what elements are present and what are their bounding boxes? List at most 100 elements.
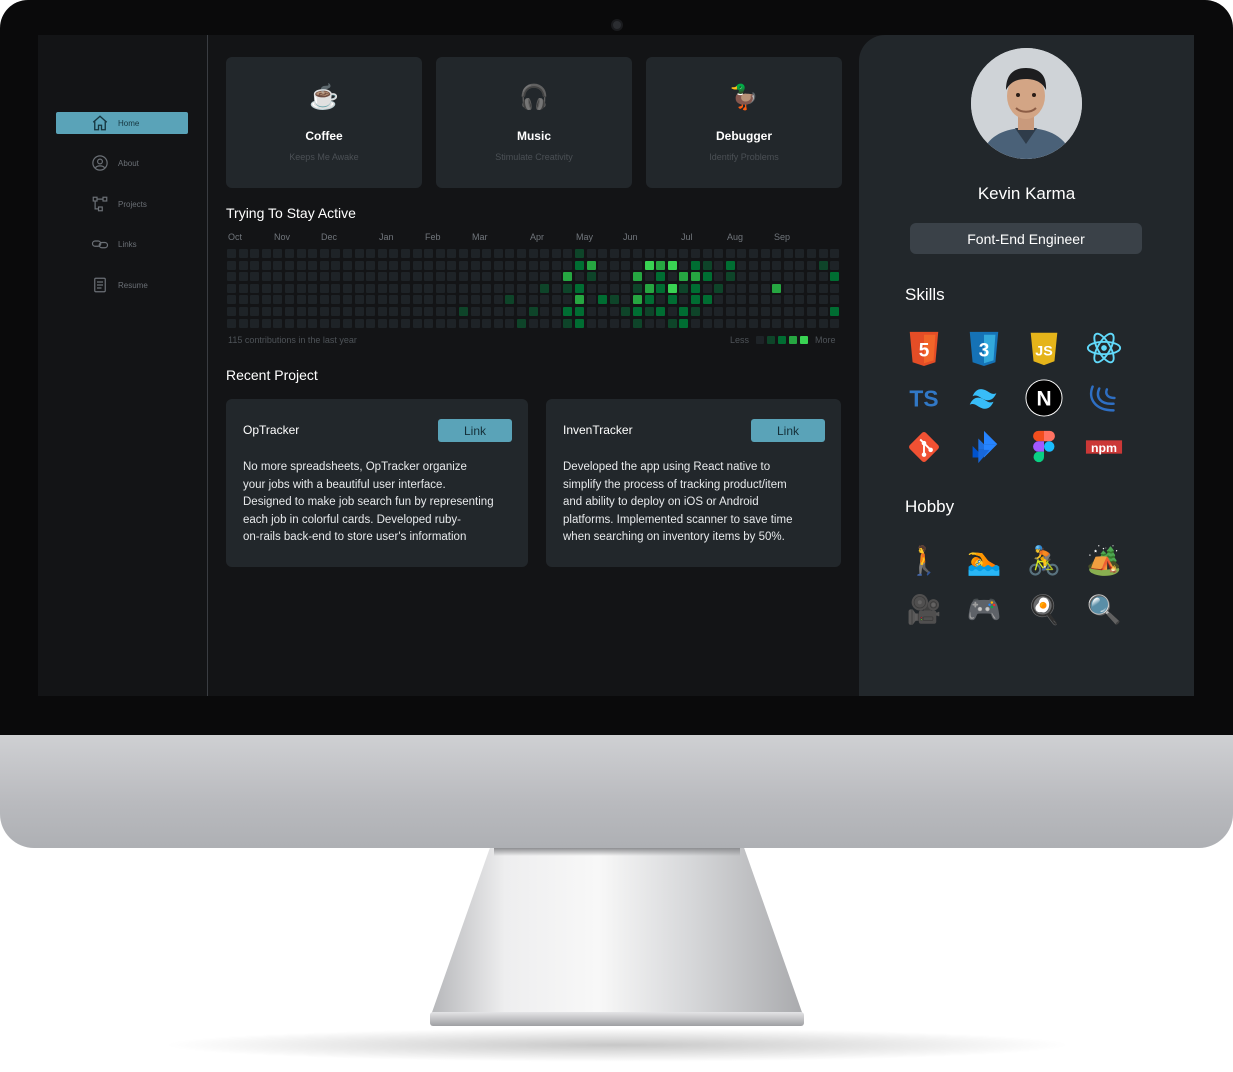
contribution-day [435, 307, 445, 316]
contribution-day [772, 249, 782, 258]
sidebar-item-links[interactable]: Links [56, 233, 188, 255]
contribution-day [493, 283, 503, 293]
contribution-day [296, 307, 306, 316]
contribution-day [749, 249, 758, 258]
contribution-day [667, 307, 677, 316]
sidebar-item-home[interactable]: Home [56, 112, 188, 134]
contribution-day [563, 318, 573, 328]
contribution-day [644, 307, 654, 316]
contribution-day [227, 318, 236, 328]
contribution-day [633, 249, 642, 258]
contribution-day [609, 307, 619, 316]
description-line: No more spreadsheets, OpTracker organize [243, 461, 467, 473]
contribution-day [470, 295, 480, 305]
contribution-day [331, 272, 341, 282]
contribution-day [702, 272, 712, 282]
contribution-day [586, 272, 596, 282]
contribution-day [783, 260, 793, 270]
svg-text:3: 3 [979, 341, 990, 362]
contribution-day [644, 295, 654, 305]
interest-card-music: 🎧 Music Stimulate Creativity [436, 57, 632, 188]
contribution-day [343, 272, 352, 282]
contribution-day [725, 272, 735, 282]
contribution-day [691, 283, 700, 293]
contribution-day [807, 249, 816, 258]
contribution-day [319, 260, 329, 270]
contribution-day [760, 272, 770, 282]
recent-project-title: Recent Project [226, 367, 318, 383]
contribution-day [575, 283, 584, 293]
description-line: Developed the app using React native to [563, 461, 771, 473]
contribution-day [749, 272, 758, 282]
contribution-day [366, 283, 376, 293]
contribution-day [354, 272, 364, 282]
contribution-day [435, 272, 445, 282]
monitor-mockup: Home About Projects Links Resume ☕ Coffe… [0, 0, 1233, 1072]
contribution-day [540, 283, 550, 293]
video-camera-icon: 🎥 [906, 593, 942, 625]
profile-name: Kevin Karma [977, 184, 1076, 203]
contribution-day [633, 272, 642, 282]
project-link-button[interactable]: Link [751, 419, 825, 442]
contribution-day [401, 249, 410, 258]
sidebar-item-projects[interactable]: Projects [56, 193, 188, 215]
html5-icon: 5 [904, 328, 944, 368]
contribution-day [691, 249, 700, 258]
monitor-base [430, 1012, 804, 1026]
contribution-day [505, 249, 515, 258]
contribution-day [795, 283, 805, 293]
contribution-day [401, 295, 410, 305]
contribution-day [470, 249, 480, 258]
contribution-day [609, 260, 619, 270]
contribution-day [354, 318, 364, 328]
contribution-day [575, 307, 584, 316]
contribution-day [377, 295, 387, 305]
magnifier-icon: 🔍 [1086, 593, 1122, 625]
contribution-day [563, 307, 573, 316]
contribution-day [389, 249, 399, 258]
contribution-day [656, 318, 666, 328]
nextjs-icon: N [1024, 378, 1064, 418]
camping-icon: 🏕️ [1086, 544, 1122, 576]
interest-card-coffee: ☕ Coffee Keeps Me Awake [226, 57, 422, 188]
description-line: and ability to deploy on iOS or Android [563, 496, 759, 508]
javascript-icon: JS [1024, 328, 1064, 368]
hobby-title: Hobby [905, 497, 955, 516]
sidebar-item-resume[interactable]: Resume [56, 274, 188, 296]
contribution-day [772, 260, 782, 270]
contribution-day [482, 307, 492, 316]
contribution-day [517, 272, 526, 282]
contribution-day [482, 295, 492, 305]
sidebar-item-about[interactable]: About [56, 152, 188, 174]
contribution-day [354, 283, 364, 293]
contribution-day [656, 272, 666, 282]
contribution-day [482, 318, 492, 328]
contribution-day [470, 318, 480, 328]
svg-text:npm: npm [1091, 441, 1117, 455]
contribution-day [679, 318, 689, 328]
contribution-day [424, 260, 434, 270]
activity-month-labels: Oct Nov Dec Jan Feb Mar Apr May Jun Jul … [228, 232, 848, 246]
jira-icon [964, 427, 1004, 467]
project-name: OpTracker [243, 423, 300, 437]
contribution-day [528, 260, 538, 270]
contribution-day [818, 318, 828, 328]
typescript-icon: TS [904, 378, 944, 418]
contribution-day [308, 318, 318, 328]
contribution-day [818, 307, 828, 316]
month-label: Jun [623, 232, 638, 242]
contribution-day [551, 307, 561, 316]
contribution-day [702, 307, 712, 316]
svg-text:N: N [1036, 388, 1051, 411]
interest-card-debugger: 🦆 Debugger Identify Problems [646, 57, 842, 188]
contribution-day [656, 307, 666, 316]
contribution-day [493, 249, 503, 258]
contribution-day [389, 295, 399, 305]
contribution-day [389, 260, 399, 270]
contribution-day [818, 295, 828, 305]
contribution-day [667, 249, 677, 258]
month-label: Oct [228, 232, 243, 242]
contribution-day [470, 307, 480, 316]
contribution-day [238, 307, 248, 316]
project-link-button[interactable]: Link [438, 419, 512, 442]
